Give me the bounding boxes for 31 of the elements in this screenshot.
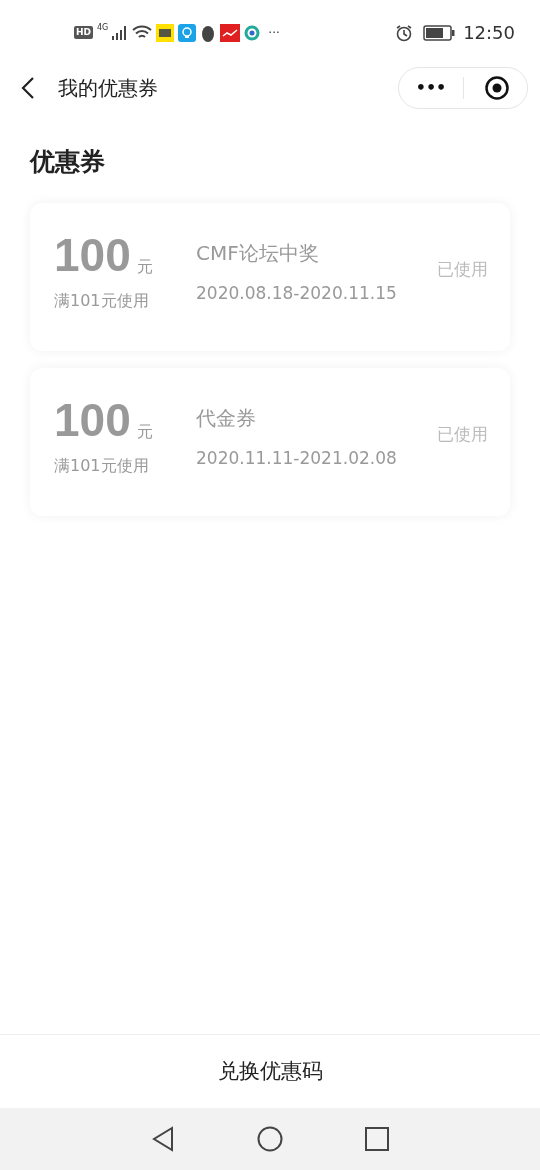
chart-app-icon (220, 23, 241, 42)
more-button[interactable]: ••• (399, 75, 463, 100)
circle-app-icon (244, 24, 261, 41)
page-title: 我的优惠券 (58, 74, 158, 102)
network-type: 4G (97, 22, 109, 34)
coupon-amount: 100 (54, 230, 131, 279)
coupon-amount: 100 (54, 395, 131, 444)
coupon-name: 代金券 (196, 404, 257, 432)
back-icon[interactable] (20, 75, 36, 100)
hd-indicator: HD (74, 25, 93, 40)
currency-unit: 元 (136, 255, 153, 278)
validity-period: 2020.11.11-2021.02.08 (196, 446, 398, 470)
recents-nav-icon[interactable] (365, 1127, 389, 1151)
back-nav-icon[interactable] (151, 1126, 175, 1152)
home-nav-icon[interactable] (257, 1126, 283, 1152)
coupon-name: CMF论坛中奖 (196, 239, 320, 267)
signal-icon (112, 25, 129, 40)
validity-period: 2020.08.18-2020.11.15 (196, 281, 398, 305)
coupon-status: 已使用 (437, 257, 488, 281)
lightbulb-icon (178, 23, 197, 42)
usage-condition: 满101元使用 (54, 289, 150, 312)
currency-unit: 元 (136, 420, 153, 443)
more-notifications: ··· (268, 24, 280, 42)
coupon-status: 已使用 (437, 422, 488, 446)
app-notification-icon (156, 23, 175, 42)
battery-icon (423, 24, 456, 41)
section-heading: 优惠券 (30, 146, 106, 178)
close-icon[interactable] (484, 74, 510, 101)
alarm-icon (395, 23, 414, 42)
usage-condition: 满101元使用 (54, 454, 150, 477)
clock-time: 12:50 (463, 21, 515, 45)
